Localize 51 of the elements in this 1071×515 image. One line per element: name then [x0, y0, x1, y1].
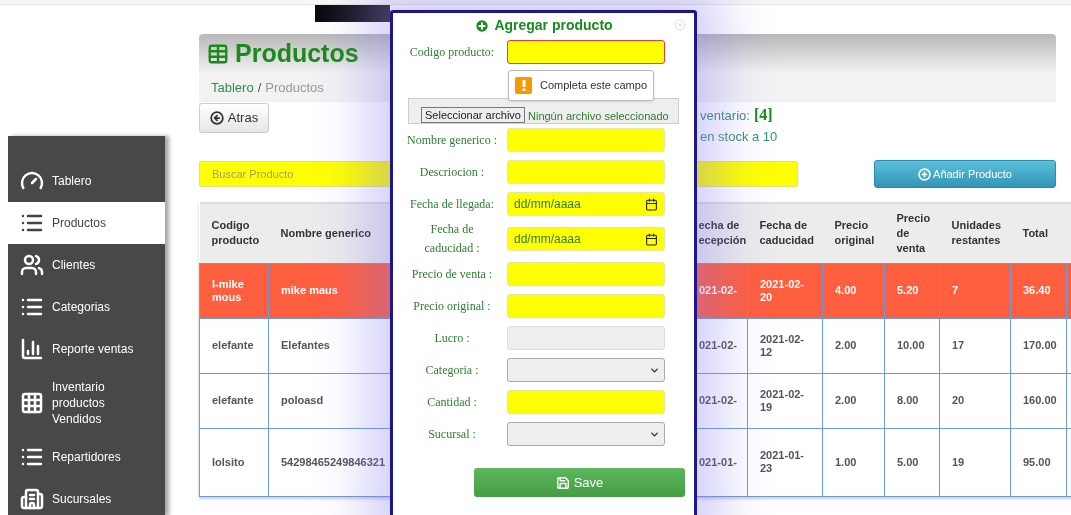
field-label: Precio de venta :: [410, 265, 494, 283]
table-cell: l-mike mous: [199, 263, 269, 318]
table-cell: 8.00: [884, 373, 940, 428]
table-cell: 170.00: [1010, 318, 1067, 373]
table-cell: 5.20: [884, 263, 940, 318]
field-label: Nombre generico :: [406, 131, 498, 149]
table-cell: 2021-02-19: [747, 373, 823, 428]
field-label: Fecha de caducidad :: [423, 221, 481, 257]
breadcrumb-separator: /: [257, 79, 262, 98]
table-cell: 10.00: [884, 318, 940, 373]
table-cell: 20: [939, 373, 1011, 428]
file-status: Ningún archivo seleccionado: [528, 109, 669, 123]
table-cell: 7: [939, 263, 1011, 318]
table-cell: 17: [939, 318, 1011, 373]
validation-tooltip: Completa este campo: [508, 70, 654, 101]
column-header: Total: [1010, 203, 1067, 263]
table-cell: 2.00: [822, 373, 885, 428]
table-cell: 2021-02-20: [747, 263, 823, 318]
field-label: Codigo producto:: [408, 43, 496, 61]
table-cell: 95.00: [1010, 428, 1067, 496]
field-label: Descriocion :: [418, 163, 486, 181]
table-cell: elefante: [199, 373, 269, 428]
field-label: Precio original :: [412, 297, 492, 315]
table-cell: 2021-01-23: [747, 428, 823, 496]
column-header: Precio de venta: [884, 203, 940, 263]
column-header: Fecha de caducidad: [747, 203, 823, 263]
field-label: Fecha de llegada:: [409, 195, 495, 213]
field-label: Sucursal :: [427, 425, 477, 443]
column-header: Nombre generico: [268, 203, 391, 263]
column-header: Codigo producto: [199, 203, 269, 263]
inventory-label: ventario:: [700, 107, 750, 125]
page-title: Productos: [235, 38, 359, 70]
table-cell: 1.00: [822, 428, 885, 496]
table-cell: 2021-02-12: [747, 318, 823, 373]
table-cell: 160.00: [1010, 373, 1067, 428]
table-cell: 2.00: [822, 318, 885, 373]
stock-text: en stock a 10: [700, 128, 778, 146]
column-header: echa de ecepción: [696, 203, 748, 263]
table-cell: 5.00: [884, 428, 940, 496]
table-cell: 19: [939, 428, 1011, 496]
modal-title: Agregar producto: [494, 16, 613, 35]
inventory-count: [4]: [753, 105, 773, 125]
field-label: Cantidad :: [426, 393, 478, 411]
column-header: Precio original: [822, 203, 885, 263]
column-header: Unidades restantes: [939, 203, 1011, 263]
table-cell: 4.00: [822, 263, 885, 318]
field-label: Lucro :: [433, 329, 471, 347]
table-cell: elefante: [199, 318, 269, 373]
table-cell: lolsito: [199, 428, 269, 496]
table-cell: 36.40: [1010, 263, 1067, 318]
breadcrumb-current: Productos: [265, 79, 324, 98]
